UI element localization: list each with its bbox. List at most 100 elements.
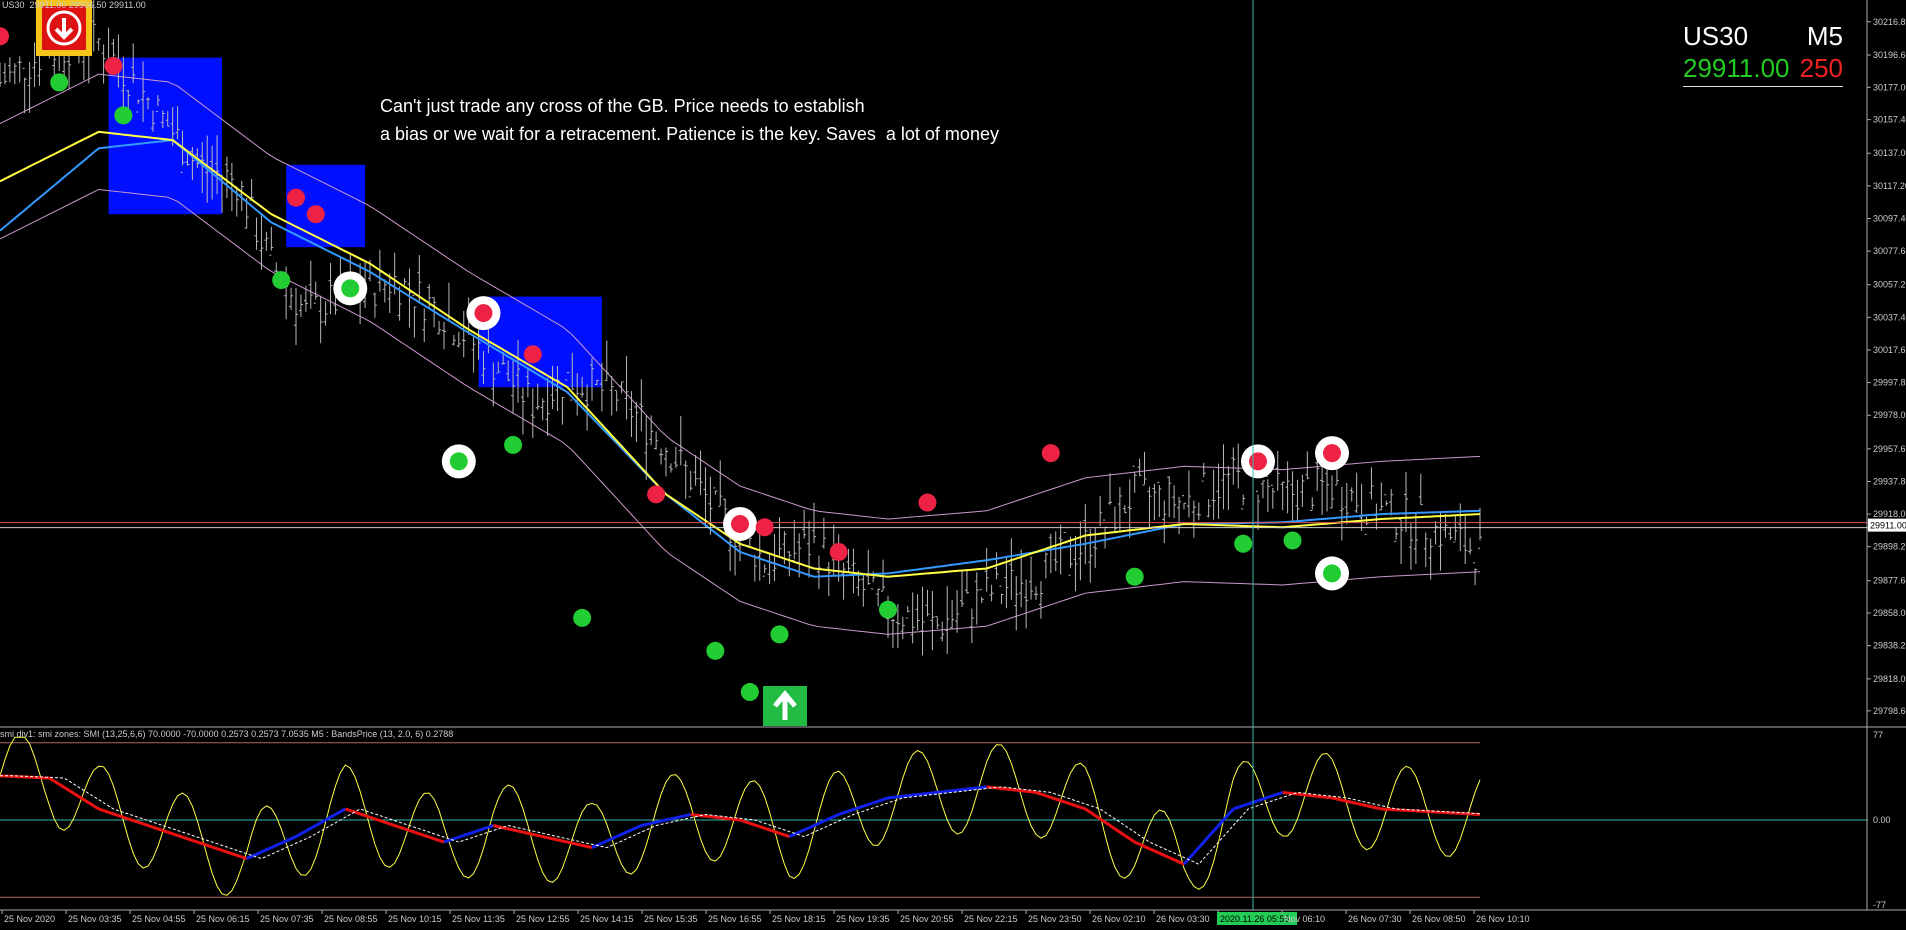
smi-segment: [680, 814, 687, 819]
smi-segment: [1079, 805, 1086, 811]
smi-segment: [359, 812, 366, 818]
smi-segment: [976, 785, 982, 790]
smi-segment: [404, 827, 410, 832]
smi-segment: [803, 826, 810, 832]
smi-fast-line: [0, 736, 1481, 896]
indicator-pane[interactable]: [0, 736, 1868, 898]
ohlc-values: 29911.00 29906.50 29911.00: [29, 0, 146, 10]
sell-signal-dot: [474, 304, 493, 323]
smi-segment: [833, 813, 840, 819]
smi-segment: [58, 782, 65, 789]
smi-segment: [310, 824, 317, 830]
price-tick-label: 29838.20: [1873, 641, 1906, 651]
smi-segment: [567, 840, 573, 845]
smi-segment: [162, 829, 169, 834]
symbol-row: US30 M5: [1683, 20, 1843, 52]
smi-segment: [201, 842, 208, 847]
smi-segment: [774, 830, 780, 835]
smi-segment: [1158, 851, 1165, 857]
sell-signal-dot: [755, 518, 774, 537]
smi-segment: [522, 830, 529, 835]
smi-segment: [783, 833, 790, 838]
smi-segment: [897, 794, 903, 799]
smi-segment: [384, 820, 391, 826]
time-tick-label: 25 Nov 22:15: [964, 914, 1018, 924]
smi-segment: [280, 839, 287, 845]
smi-segment: [912, 793, 918, 797]
smi-segment: [399, 825, 406, 831]
buy-signal-dot: [879, 600, 897, 619]
smi-segment: [285, 837, 292, 843]
smi-segment: [966, 787, 973, 791]
smi-segment: [922, 792, 928, 796]
divider: [1683, 86, 1843, 87]
smi-segment: [1089, 811, 1097, 817]
smi-segment: [231, 852, 238, 857]
time-tick-label: 25 Nov 03:35: [68, 914, 122, 924]
smi-segment: [1030, 790, 1037, 794]
smi-segment: [389, 822, 396, 827]
smi-segment: [512, 828, 519, 833]
smi-segment: [423, 834, 430, 839]
smi-segment: [1099, 817, 1106, 824]
smi-segment: [438, 839, 445, 844]
time-tick-label: 25 Nov 11:35: [452, 914, 505, 924]
smi-segment: [374, 817, 381, 822]
price-tick-label: 30137.00: [1873, 148, 1906, 158]
sell-signal-dot: [1323, 444, 1341, 463]
smi-segment: [502, 826, 509, 831]
smi-segment: [670, 816, 677, 821]
smi-segment: [344, 807, 351, 813]
smi-segment: [255, 850, 263, 856]
smi-segment: [1297, 792, 1303, 797]
buy-signal-dot: [114, 106, 133, 125]
time-tick-label: 25 Nov 18:15: [772, 914, 826, 924]
symbol-info: US30: [2, 0, 25, 10]
smi-segment: [1207, 830, 1215, 838]
smi-segment: [729, 817, 736, 821]
smi-segment: [172, 832, 179, 837]
price-tick-label: 30177.00: [1873, 82, 1906, 92]
smi-segment: [73, 792, 80, 798]
smi-segment: [872, 799, 879, 805]
annotation-line-2: a bias or we wait for a retracement. Pat…: [380, 124, 999, 144]
smi-segment: [1040, 792, 1047, 798]
smi-segment: [715, 815, 721, 820]
sell-signal-dot: [829, 542, 848, 561]
lower-band: [0, 188, 1481, 635]
smi-segment: [1282, 790, 1288, 795]
smi-segment: [892, 795, 899, 799]
smi-segment: [418, 832, 425, 837]
smi-segment: [137, 820, 144, 826]
smi-segment: [364, 814, 371, 819]
smi-segment: [354, 810, 361, 816]
smi-segment: [453, 835, 460, 841]
smi-segment: [1123, 834, 1131, 841]
smi-segment: [300, 829, 307, 836]
buy-signal-dot: [449, 452, 468, 471]
smi-segment: [1114, 827, 1121, 834]
smi-segment: [408, 829, 415, 834]
smi-segment: [675, 815, 682, 820]
sell-signal-dot: [104, 56, 123, 75]
smi-segment: [443, 839, 450, 844]
smi-segment: [778, 831, 785, 837]
price-tick-label: 29818.00: [1873, 674, 1906, 684]
smi-segment: [635, 824, 642, 830]
time-tick-label: 25 Nov 2020: [4, 914, 55, 924]
smi-segment: [88, 801, 95, 808]
smi-segment: [241, 855, 248, 861]
smi-segment: [83, 798, 90, 805]
smi-segment: [1376, 806, 1382, 811]
smi-segment: [650, 820, 657, 825]
smi-segment: [1197, 841, 1205, 849]
smi-segment: [852, 806, 859, 811]
smi-segment: [1070, 802, 1076, 808]
price-tick-label: 29957.60: [1873, 444, 1906, 454]
smi-segment: [586, 845, 593, 850]
price-tick-label: 30157.40: [1873, 115, 1906, 125]
smi-segment: [1361, 803, 1367, 808]
smi-segment: [473, 829, 480, 834]
smi-segment: [394, 824, 401, 829]
smi-segment: [813, 821, 820, 827]
